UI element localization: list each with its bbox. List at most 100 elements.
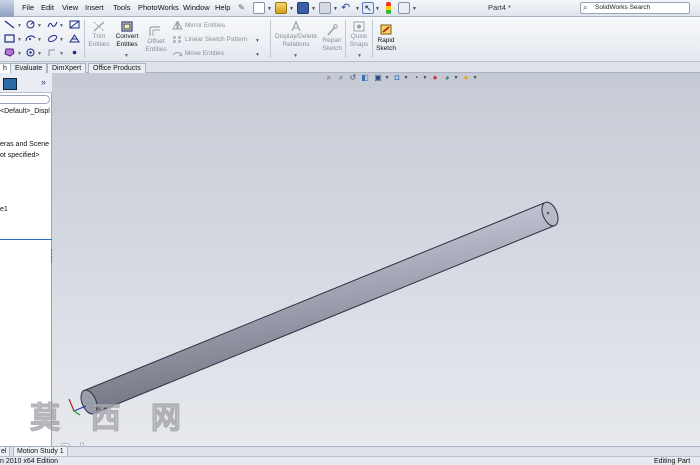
new-document-icon[interactable] — [253, 2, 265, 14]
rectangle-icon[interactable] — [4, 34, 15, 43]
move-entities-icon[interactable] — [172, 49, 183, 58]
move-dropdown-icon[interactable]: ▼ — [255, 52, 260, 58]
open-dropdown-icon[interactable]: ▼ — [289, 6, 294, 12]
centerline-dropdown-icon[interactable]: ▼ — [59, 51, 64, 57]
open-folder-icon[interactable] — [275, 2, 287, 14]
line-icon[interactable] — [4, 20, 15, 29]
chamfer-icon[interactable] — [69, 34, 80, 43]
mirror-entities-icon[interactable] — [172, 21, 183, 30]
rapid-sketch-icon[interactable] — [379, 23, 393, 36]
menu-tools[interactable]: Tools — [113, 3, 131, 12]
polygon-dropdown-icon[interactable]: ▼ — [17, 51, 22, 57]
command-manager: ▼ ▼ ▼ ▼ ▼ ▼ ▼ ▼ ▼ Trim Entities Convert … — [0, 17, 700, 62]
linear-pattern-label[interactable]: Linear Sketch Pattern — [185, 36, 248, 43]
spline-dropdown-icon[interactable]: ▼ — [59, 23, 64, 29]
point-icon[interactable] — [25, 48, 36, 57]
polygon-icon[interactable] — [4, 48, 15, 57]
display-relations-label[interactable]: Display/Delete Relations — [272, 33, 320, 48]
options-dropdown-icon[interactable]: ▼ — [412, 6, 417, 12]
model-viewport — [68, 200, 561, 416]
print-dropdown-icon[interactable]: ▼ — [333, 6, 338, 12]
point-dropdown-icon[interactable]: ▼ — [37, 51, 42, 57]
document-title: Part4 * — [488, 3, 511, 12]
tab-evaluate[interactable]: Evaluate — [10, 63, 48, 73]
ribbon-separator — [270, 20, 271, 58]
line-dropdown-icon[interactable]: ▼ — [17, 23, 22, 29]
tree-item-feature[interactable]: e1 — [0, 206, 8, 213]
trim-entities-icon[interactable] — [92, 20, 106, 33]
convert-dropdown-icon[interactable]: ▼ — [124, 53, 129, 59]
command-manager-tabs: h Evaluate DimXpert Office Products — [0, 62, 700, 73]
text-tool-icon[interactable] — [69, 48, 80, 57]
convert-entities-icon[interactable] — [120, 20, 134, 33]
pin-icon[interactable]: ✎ — [238, 3, 246, 12]
watermark-chinese-text: 莫 西 网 — [30, 401, 191, 437]
feature-manager-toolbar: » — [0, 73, 52, 93]
expand-chevron-icon[interactable]: » — [41, 77, 46, 87]
tree-item-material[interactable]: ot specified> — [0, 152, 40, 159]
arc-dropdown-icon[interactable]: ▼ — [37, 37, 42, 43]
graphics-area[interactable]: ⌕ ⌕ ↺ ◧ ▣ ▼ ◘ ▼ ◔ ▼ ● ◕ ▼ ● ▼ — [52, 73, 700, 446]
trim-entities-label[interactable]: Trim Entities — [84, 33, 114, 48]
mirror-entities-label[interactable]: Mirror Entities — [185, 22, 225, 29]
select-dropdown-icon[interactable]: ▼ — [375, 6, 380, 12]
smart-dimension-icon[interactable] — [25, 20, 36, 29]
feature-filter-input[interactable] — [0, 95, 50, 104]
solidworks-search-input[interactable]: ⌕ SolidWorks Search — [580, 2, 690, 14]
centerline-icon[interactable] — [47, 48, 58, 57]
menu-bar: File Edit View Insert Tools PhotoWorks W… — [0, 0, 700, 17]
repair-sketch-icon[interactable] — [325, 24, 339, 37]
offset-entities-label[interactable]: Offset Entities — [141, 38, 171, 53]
feature-manager-panel: » <Default>_Displ eras and Scene ot spec… — [0, 73, 56, 446]
model-tabs: el Motion Study 1 — [0, 446, 700, 457]
select-icon[interactable]: ↖ — [362, 2, 374, 14]
print-icon[interactable] — [319, 2, 331, 14]
menu-window[interactable]: Window — [183, 3, 210, 12]
quick-snaps-dropdown-icon[interactable]: ▼ — [357, 53, 362, 59]
menu-photoworks[interactable]: PhotoWorks — [138, 3, 179, 12]
ribbon-separator — [345, 20, 346, 58]
sketch-fillet-icon[interactable] — [69, 20, 80, 29]
search-icon: ⌕ — [583, 3, 588, 12]
spline-icon[interactable] — [47, 20, 58, 29]
center-point-marker — [546, 211, 550, 215]
display-relations-icon[interactable] — [289, 20, 303, 33]
quick-snaps-icon[interactable] — [352, 20, 366, 33]
property-manager-icon[interactable] — [3, 78, 17, 90]
tree-item-display-state[interactable]: <Default>_Displ — [0, 108, 50, 115]
rapid-sketch-label[interactable]: Rapid Sketch — [373, 37, 399, 52]
ellipse-dropdown-icon[interactable]: ▼ — [59, 37, 64, 43]
rebuild-icon[interactable] — [384, 2, 393, 14]
rectangle-dropdown-icon[interactable]: ▼ — [17, 37, 22, 43]
rollback-bar[interactable] — [0, 239, 52, 240]
quick-snaps-label[interactable]: Quick Snaps — [347, 33, 371, 48]
solidworks-logo[interactable] — [0, 0, 14, 17]
save-dropdown-icon[interactable]: ▼ — [311, 6, 316, 12]
repair-sketch-label[interactable]: Repair Sketch — [320, 37, 344, 52]
menu-edit[interactable]: Edit — [41, 3, 54, 12]
options-icon[interactable] — [398, 2, 410, 14]
menu-insert[interactable]: Insert — [85, 3, 104, 12]
menu-help[interactable]: Help — [215, 3, 230, 12]
new-dropdown-icon[interactable]: ▼ — [267, 6, 272, 12]
linear-pattern-dropdown-icon[interactable]: ▼ — [255, 38, 260, 44]
linear-pattern-icon[interactable] — [172, 35, 183, 44]
circle-dropdown-icon[interactable]: ▼ — [37, 23, 42, 29]
rod-body[interactable] — [78, 200, 561, 416]
menu-view[interactable]: View — [62, 3, 78, 12]
relations-dropdown-icon[interactable]: ▼ — [293, 53, 298, 59]
undo-dropdown-icon[interactable]: ▼ — [355, 6, 360, 12]
move-entities-label[interactable]: Move Entities — [185, 50, 224, 57]
undo-icon[interactable]: ↶ — [341, 2, 353, 14]
ellipse-icon[interactable] — [47, 34, 58, 43]
tab-dimxpert[interactable]: DimXpert — [47, 63, 87, 73]
tree-item-cameras-scene[interactable]: eras and Scene — [0, 141, 49, 148]
status-bar: n 2010 x64 Edition Editing Part — [0, 456, 700, 465]
convert-entities-label[interactable]: Convert Entities — [112, 33, 142, 48]
offset-entities-icon[interactable] — [148, 25, 162, 38]
status-edition: n 2010 x64 Edition — [0, 458, 58, 465]
tab-office-products[interactable]: Office Products — [88, 63, 146, 73]
arc-icon[interactable] — [25, 34, 36, 43]
save-icon[interactable] — [297, 2, 309, 14]
menu-file[interactable]: File — [22, 3, 34, 12]
